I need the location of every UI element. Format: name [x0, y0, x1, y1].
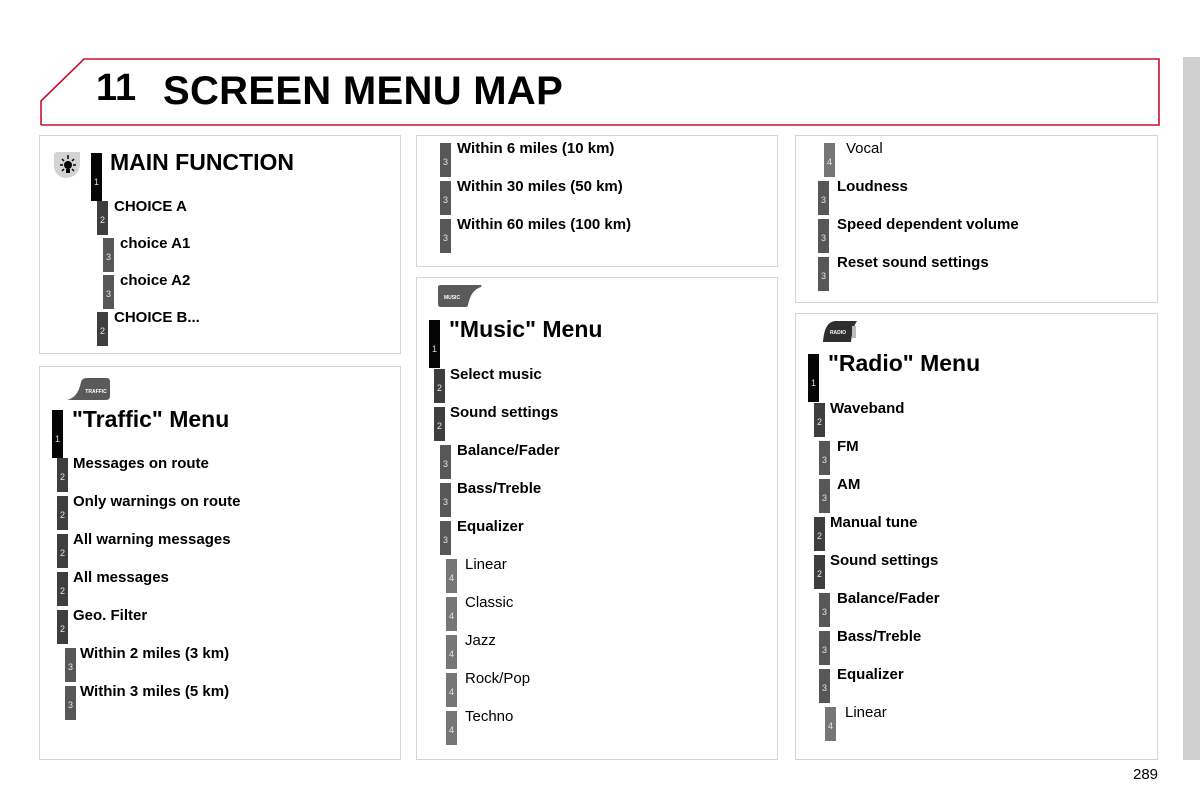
menu-item-label: choice A1 — [120, 235, 191, 252]
level-3-marker: 3 — [103, 238, 114, 272]
menu-item-label: Balance/Fader — [837, 590, 940, 607]
page-title: SCREEN MENU MAP — [163, 69, 564, 113]
level-2-marker: 2 — [814, 555, 825, 589]
level-3-marker: 3 — [103, 275, 114, 309]
menu-item-label: Equalizer — [837, 666, 904, 683]
menu-item-label: Techno — [465, 708, 514, 725]
level-2-marker: 2 — [57, 572, 68, 606]
side-tab-strip — [1183, 57, 1200, 760]
menu-item-label: All messages — [73, 569, 169, 586]
level-2-marker: 2 — [814, 517, 825, 551]
level-3-marker: 3 — [440, 445, 451, 479]
level-3-marker: 3 — [440, 181, 451, 215]
menu-item-label: Reset sound settings — [837, 254, 989, 271]
menu-item-label: CHOICE B... — [114, 309, 200, 326]
menu-item-label: Sound settings — [830, 552, 939, 569]
level-3-marker: 3 — [65, 686, 76, 720]
page-number: 289 — [1133, 766, 1159, 783]
menu-item-label: Linear — [465, 556, 507, 573]
svg-text:RADIO: RADIO — [830, 330, 846, 336]
menu-item-label: Classic — [465, 594, 514, 611]
level-2-marker: 2 — [434, 369, 445, 403]
level-2-marker: 2 — [97, 312, 108, 346]
level-1-marker: 1 — [808, 354, 819, 402]
level-2-marker: 2 — [57, 610, 68, 644]
light-bulb-icon — [52, 150, 84, 185]
level-4-marker: 4 — [446, 711, 457, 745]
level-3-marker: 3 — [440, 521, 451, 555]
level-3-marker: 3 — [818, 219, 829, 253]
level-3-marker: 3 — [819, 669, 830, 703]
menu-item-label: Jazz — [465, 632, 496, 649]
menu-item-label: Bass/Treble — [837, 628, 922, 645]
level-4-marker: 4 — [446, 597, 457, 631]
menu-item-label: Linear — [845, 704, 887, 721]
chapter-header: 11 SCREEN MENU MAP — [40, 57, 1160, 127]
menu-item-label: All warning messages — [73, 531, 231, 548]
level-2-marker: 2 — [814, 403, 825, 437]
menu-item-label: CHOICE A — [114, 198, 187, 215]
menu-item-label: Equalizer — [457, 518, 524, 535]
menu-item-label: Balance/Fader — [457, 442, 560, 459]
level-3-marker: 3 — [819, 441, 830, 475]
menu-item-label: AM — [837, 476, 861, 493]
menu-item-label: "Traffic" Menu — [72, 406, 230, 432]
menu-item-label: Within 3 miles (5 km) — [80, 683, 230, 700]
level-1-marker: 1 — [52, 410, 63, 458]
level-4-marker: 4 — [824, 143, 835, 177]
menu-item-label: Waveband — [830, 400, 905, 417]
menu-item-label: Manual tune — [830, 514, 918, 531]
level-2-marker: 2 — [57, 496, 68, 530]
menu-item-label: MAIN FUNCTION — [110, 149, 294, 175]
radio-button-icon: RADIO — [823, 320, 859, 349]
chapter-number: 11 — [96, 67, 137, 109]
level-3-marker: 3 — [440, 219, 451, 253]
level-1-marker: 1 — [429, 320, 440, 368]
level-2-marker: 2 — [434, 407, 445, 441]
level-3-marker: 3 — [819, 479, 830, 513]
level-4-marker: 4 — [446, 559, 457, 593]
level-2-marker: 2 — [97, 201, 108, 235]
level-3-marker: 3 — [440, 483, 451, 517]
svg-text:MUSIC: MUSIC — [444, 295, 461, 301]
menu-item-label: Within 60 miles (100 km) — [457, 216, 632, 233]
menu-item-label: Within 2 miles (3 km) — [80, 645, 230, 662]
level-4-marker: 4 — [446, 673, 457, 707]
level-2-marker: 2 — [57, 458, 68, 492]
menu-item-label: Sound settings — [450, 404, 559, 421]
menu-item-label: "Music" Menu — [449, 316, 603, 342]
menu-item-label: Loudness — [837, 178, 908, 195]
level-3-marker: 3 — [440, 143, 451, 177]
traffic-button-icon: TRAFFIC — [67, 378, 111, 405]
menu-item-label: Geo. Filter — [73, 607, 148, 624]
music-button-icon: MUSIC — [438, 285, 482, 312]
level-4-marker: 4 — [825, 707, 836, 741]
menu-item-label: Within 30 miles (50 km) — [457, 178, 623, 195]
menu-item-label: Only warnings on route — [73, 493, 241, 510]
menu-item-label: FM — [837, 438, 859, 455]
level-3-marker: 3 — [819, 631, 830, 665]
svg-text:TRAFFIC: TRAFFIC — [85, 389, 107, 395]
menu-item-label: choice A2 — [120, 272, 191, 289]
menu-item-label: "Radio" Menu — [828, 350, 981, 376]
level-4-marker: 4 — [446, 635, 457, 669]
menu-item-label: Vocal — [846, 140, 883, 157]
level-3-marker: 3 — [819, 593, 830, 627]
menu-item-label: Bass/Treble — [457, 480, 542, 497]
menu-item-label: Speed dependent volume — [837, 216, 1019, 233]
level-2-marker: 2 — [57, 534, 68, 568]
menu-item-label: Rock/Pop — [465, 670, 531, 687]
menu-item-label: Within 6 miles (10 km) — [457, 140, 615, 157]
menu-item-label: Select music — [450, 366, 542, 383]
level-3-marker: 3 — [818, 257, 829, 291]
level-1-marker: 1 — [91, 153, 102, 201]
level-3-marker: 3 — [818, 181, 829, 215]
menu-item-label: Messages on route — [73, 455, 209, 472]
panel-radio-menu: RADIO — [795, 313, 1158, 760]
level-3-marker: 3 — [65, 648, 76, 682]
